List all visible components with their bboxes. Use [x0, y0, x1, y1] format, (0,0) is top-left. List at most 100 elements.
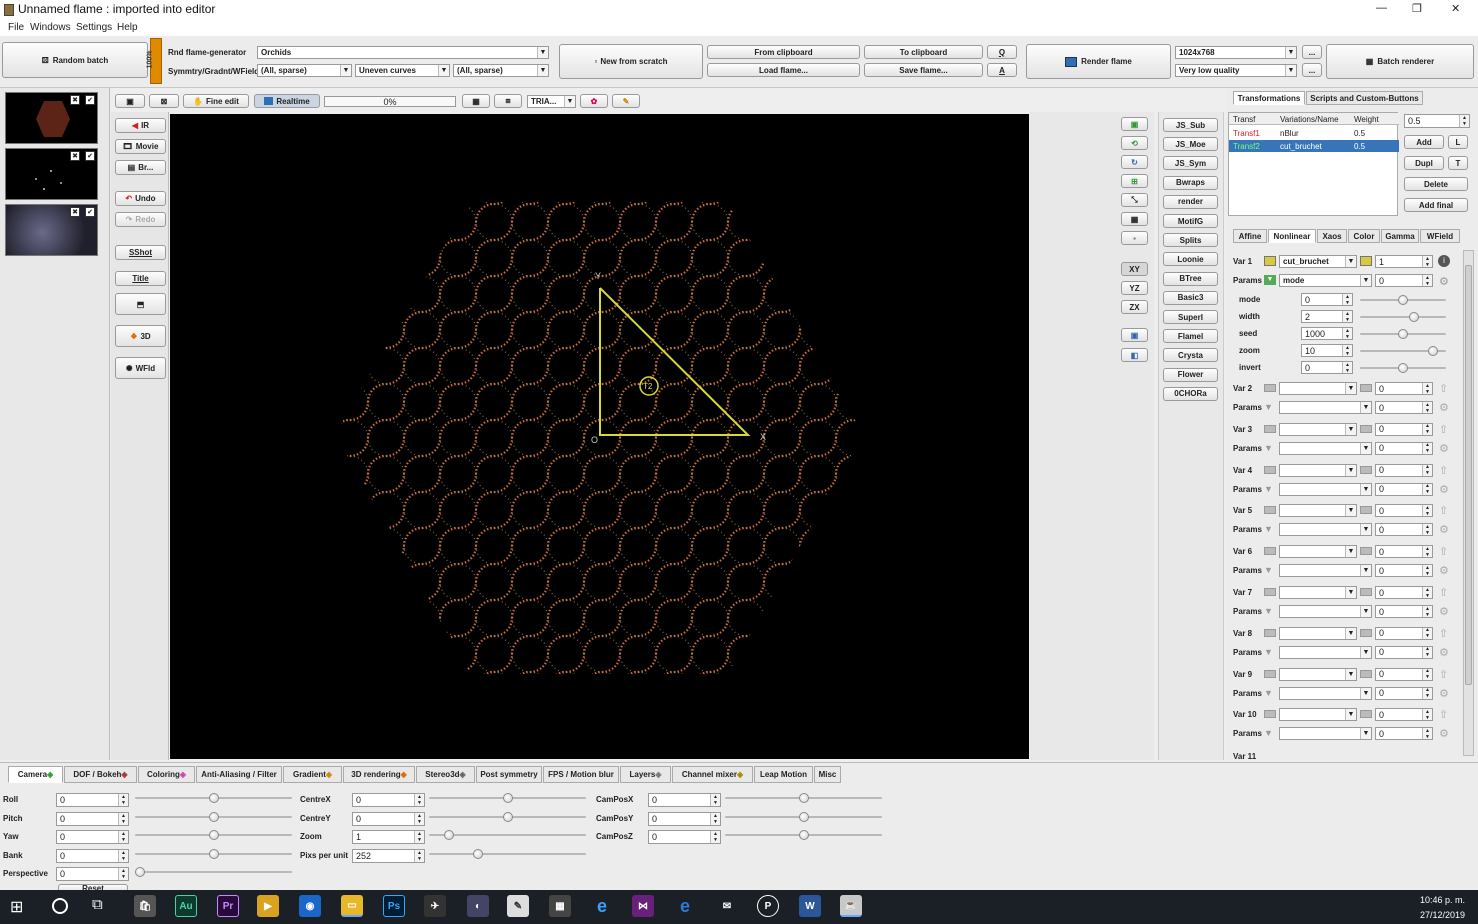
var-select[interactable]: ▼: [1279, 545, 1357, 559]
l-button[interactable]: L: [1448, 135, 1468, 149]
tab-scripts[interactable]: Scripts and Custom-Buttons: [1306, 91, 1423, 105]
var1-link-icon[interactable]: [1360, 256, 1372, 266]
var-amount[interactable]: 0 ▲ ▼: [1375, 586, 1433, 599]
delete-icon[interactable]: ✖: [70, 151, 80, 161]
a-button[interactable]: A: [987, 63, 1017, 77]
camera-param-slider[interactable]: [429, 830, 586, 840]
var-amount[interactable]: 0 ▲ ▼: [1375, 626, 1433, 640]
var-select[interactable]: ▼: [1279, 382, 1357, 395]
var1-param-select[interactable]: mode ▼: [1279, 274, 1372, 287]
var-toggle-icon[interactable]: [1264, 669, 1276, 678]
clock-date[interactable]: 27/12/2019: [1420, 910, 1465, 920]
var-select[interactable]: ▼: [1279, 463, 1357, 477]
slider-knob[interactable]: [208, 793, 219, 803]
cortana-icon[interactable]: [52, 898, 68, 914]
var-link-icon[interactable]: [1360, 424, 1372, 433]
param-slider[interactable]: [1360, 312, 1446, 322]
expand-icon[interactable]: ▼: [1264, 647, 1273, 657]
param-slider[interactable]: [1360, 363, 1446, 373]
render-preview-button[interactable]: ◧: [1121, 348, 1148, 362]
gradient-select[interactable]: Uneven curves ▼: [355, 64, 450, 77]
title-button[interactable]: Title: [115, 271, 166, 286]
gear-icon[interactable]: ⚙: [1439, 483, 1449, 496]
task-view-icon[interactable]: ⧉: [92, 896, 103, 913]
gear-icon[interactable]: ⚙: [1439, 401, 1449, 414]
expand-icon[interactable]: ▼: [1264, 688, 1273, 698]
bottom-tab[interactable]: Misc: [814, 766, 841, 783]
script-button[interactable]: 0CHORa: [1163, 386, 1218, 401]
slider-knob[interactable]: [502, 811, 513, 822]
menu-windows[interactable]: Windows: [30, 22, 71, 33]
camera-param-field[interactable]: 252 ▲ ▼: [352, 848, 425, 863]
move-up-icon[interactable]: ⇧: [1439, 423, 1448, 436]
param-value[interactable]: 0 ▲ ▼: [1375, 605, 1433, 618]
slider-knob[interactable]: [208, 811, 219, 822]
photoshop-icon[interactable]: Ps: [383, 895, 405, 917]
expand-icon[interactable]: ▼: [1264, 402, 1273, 412]
rnd-gen-select[interactable]: Orchids ▼: [257, 46, 549, 59]
var-amount[interactable]: 0 ▲ ▼: [1375, 667, 1433, 681]
var1-param-value[interactable]: 0 ▲ ▼: [1375, 274, 1433, 287]
thumbnail-1[interactable]: ✖ ✔: [5, 92, 98, 144]
browser-button[interactable]: ▤ Br...: [115, 160, 166, 175]
bottom-tab[interactable]: Gradient ◈: [283, 766, 342, 783]
bottom-tab[interactable]: 3D rendering ◈: [343, 766, 415, 783]
tab-xaos[interactable]: Xaos: [1317, 229, 1347, 243]
grid-button[interactable]: ▦: [462, 94, 490, 108]
script-button[interactable]: BTree: [1163, 271, 1218, 286]
gear-icon[interactable]: ⚙: [1439, 442, 1449, 455]
redo-button[interactable]: ↷ Redo: [115, 212, 166, 227]
var-link-icon[interactable]: [1360, 465, 1372, 474]
param-value[interactable]: 0 ▲ ▼: [1375, 482, 1433, 496]
resize-tool-button[interactable]: ⊠: [149, 94, 179, 108]
param-value[interactable]: 0 ▲ ▼: [1375, 686, 1433, 700]
tab-color[interactable]: Color: [1348, 229, 1380, 243]
bottom-tab[interactable]: DOF / Bokeh ◈: [64, 766, 137, 783]
slider-knob[interactable]: [135, 867, 145, 877]
var-select[interactable]: ▼: [1279, 586, 1357, 599]
var-toggle-icon[interactable]: [1264, 506, 1276, 515]
var1-amount[interactable]: 1 ▲ ▼: [1375, 255, 1433, 268]
tab-affine[interactable]: Affine: [1233, 229, 1267, 243]
bottom-tab[interactable]: Channel mixer ◈: [672, 766, 753, 783]
var-link-icon[interactable]: [1360, 588, 1372, 596]
slider-knob[interactable]: [502, 793, 513, 803]
vertical-scrollbar[interactable]: [1463, 250, 1474, 756]
delete-button[interactable]: Delete: [1404, 177, 1468, 191]
resolution-more-button[interactable]: ...: [1302, 45, 1322, 59]
slider-knob[interactable]: [798, 793, 809, 803]
var-select[interactable]: ▼: [1279, 708, 1357, 722]
gear-icon[interactable]: ⚙: [1439, 523, 1449, 536]
move-up-icon[interactable]: ⇧: [1439, 545, 1448, 558]
param-field[interactable]: 0 ▲ ▼: [1301, 361, 1353, 374]
load-flame-button[interactable]: Load flame...: [707, 63, 860, 77]
camera-param-field[interactable]: 0 ▲ ▼: [56, 793, 129, 807]
var-toggle-icon[interactable]: [1264, 465, 1276, 474]
rotate-view-button[interactable]: ⟲: [1121, 136, 1148, 150]
gear-icon[interactable]: ⚙: [1439, 687, 1449, 700]
param-slider[interactable]: [1360, 329, 1446, 339]
tab-nonlinear[interactable]: Nonlinear: [1268, 229, 1316, 243]
param-value[interactable]: 0 ▲ ▼: [1375, 523, 1433, 537]
snapshot-button[interactable]: SShot: [115, 245, 166, 260]
slider-knob[interactable]: [1398, 363, 1408, 373]
grid-view-button[interactable]: ▦: [1121, 212, 1148, 226]
tab-wfield[interactable]: WField: [1420, 229, 1460, 243]
p-app-icon[interactable]: P: [757, 895, 779, 917]
script-button[interactable]: JS_Sym: [1163, 156, 1218, 171]
lock-view-button[interactable]: ▪: [1121, 231, 1148, 245]
table-row[interactable]: Transf1 nBlur 0.5: [1229, 127, 1399, 139]
expand-icon[interactable]: ▼: [1264, 443, 1273, 453]
move-up-icon[interactable]: ⇧: [1439, 382, 1448, 395]
camera-param-slider[interactable]: [135, 867, 292, 877]
var-amount[interactable]: 0 ▲ ▼: [1375, 382, 1433, 395]
movie-button[interactable]: 🎞 Movie: [115, 139, 166, 154]
delete-icon[interactable]: ✖: [70, 95, 80, 105]
checkbox-icon[interactable]: ✔: [85, 151, 95, 161]
expand-icon[interactable]: ▼: [1264, 275, 1276, 285]
view-yz-button[interactable]: YZ: [1121, 281, 1148, 295]
gear-icon[interactable]: ⚙: [1439, 605, 1449, 618]
script-button[interactable]: Splits: [1163, 233, 1218, 248]
paint-tool-button[interactable]: ✎: [612, 94, 640, 108]
param-field[interactable]: 10 ▲ ▼: [1301, 344, 1353, 357]
